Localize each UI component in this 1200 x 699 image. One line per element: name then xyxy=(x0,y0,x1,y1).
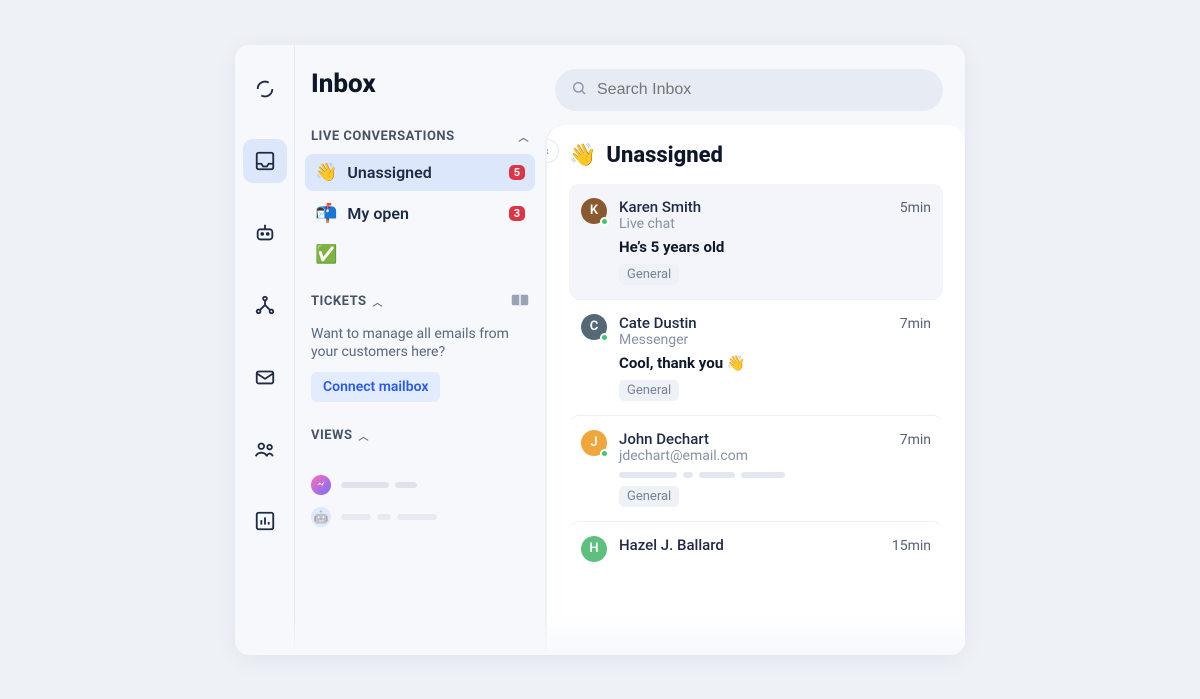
message-preview: Cool, thank you 👋 xyxy=(619,354,931,372)
list-title: 👋 Unassigned xyxy=(569,143,943,168)
contact-name: John Dechart xyxy=(619,430,709,448)
conversation-item[interactable]: C Cate Dustin 7min Messenger Cool, thank… xyxy=(569,299,943,415)
sidebar-item-done[interactable]: ✅ xyxy=(305,236,535,273)
conversation-panel: ‹ 👋 Unassigned K Karen Smith 5min Live c… xyxy=(543,45,965,655)
channel-label: Messenger xyxy=(619,332,931,348)
contact-name: Hazel J. Ballard xyxy=(619,536,724,554)
sidebar-item-label: My open xyxy=(347,204,409,223)
search-icon xyxy=(571,80,587,100)
tag: General xyxy=(619,264,679,285)
check-icon: ✅ xyxy=(315,244,337,265)
message-preview: He’s 5 years old xyxy=(619,238,931,256)
conversation-item[interactable]: K Karen Smith 5min Live chat He’s 5 year… xyxy=(569,184,943,299)
placeholder xyxy=(341,514,437,520)
ticket-icon[interactable] xyxy=(511,293,529,311)
timestamp: 7min xyxy=(900,432,931,448)
timestamp: 7min xyxy=(900,316,931,332)
chevron-up-icon: ︿ xyxy=(359,428,370,443)
search-input[interactable] xyxy=(555,69,943,111)
wave-icon: 👋 xyxy=(569,143,596,168)
search-field[interactable] xyxy=(597,81,927,99)
section-label: TICKETS xyxy=(311,294,367,309)
reports-nav[interactable] xyxy=(243,499,287,543)
bot-nav[interactable] xyxy=(243,211,287,255)
messenger-icon xyxy=(311,475,331,495)
nav-rail xyxy=(235,45,295,655)
conversation-item[interactable]: J John Dechart 7min jdechart@email.com G… xyxy=(569,415,943,521)
inbox-nav[interactable] xyxy=(243,139,287,183)
list-title-text: Unassigned xyxy=(606,143,723,168)
count-badge: 3 xyxy=(509,206,525,221)
contact-name: Cate Dustin xyxy=(619,314,697,332)
connect-mailbox-button[interactable]: Connect mailbox xyxy=(311,372,440,402)
presence-dot xyxy=(600,333,609,342)
view-item-messenger[interactable] xyxy=(305,469,535,501)
live-conversations-header[interactable]: LIVE CONVERSATIONS ︿ xyxy=(305,129,535,144)
contact-name: Karen Smith xyxy=(619,198,701,216)
avatar: K xyxy=(581,198,607,224)
count-badge: 5 xyxy=(509,165,525,180)
collapse-sidebar-button[interactable]: ‹ xyxy=(547,139,559,163)
presence-dot xyxy=(600,217,609,226)
tickets-empty-message: Want to manage all emails from your cust… xyxy=(305,319,535,373)
timestamp: 15min xyxy=(892,538,931,554)
chevron-up-icon: ︿ xyxy=(519,129,530,144)
logo-icon[interactable] xyxy=(243,67,287,111)
conversation-item[interactable]: H Hazel J. Ballard 15min xyxy=(569,521,943,576)
channel-label: Live chat xyxy=(619,216,931,232)
bot-small-icon: 🤖 xyxy=(311,507,331,527)
tag: General xyxy=(619,380,679,401)
timestamp: 5min xyxy=(900,200,931,216)
inbox-sidebar: Inbox LIVE CONVERSATIONS ︿ 👋 Unassigned … xyxy=(295,45,543,655)
sidebar-item-unassigned[interactable]: 👋 Unassigned 5 xyxy=(305,154,535,191)
app-window: Inbox LIVE CONVERSATIONS ︿ 👋 Unassigned … xyxy=(235,45,965,655)
chevron-up-icon: ︿ xyxy=(373,294,384,309)
view-item-bot[interactable]: 🤖 xyxy=(305,501,535,533)
flows-nav[interactable] xyxy=(243,283,287,327)
mailbox-icon: 📬 xyxy=(315,203,337,224)
channel-label: jdechart@email.com xyxy=(619,448,931,464)
presence-dot xyxy=(600,449,609,458)
sidebar-item-label: Unassigned xyxy=(347,163,431,182)
sidebar-item-my-open[interactable]: 📬 My open 3 xyxy=(305,195,535,232)
wave-icon: 👋 xyxy=(315,162,337,183)
tag: General xyxy=(619,486,679,507)
redacted-preview xyxy=(619,472,931,478)
tickets-header[interactable]: TICKETS ︿ xyxy=(305,293,535,311)
section-label: VIEWS xyxy=(311,428,353,443)
avatar: J xyxy=(581,430,607,456)
avatar: H xyxy=(581,536,607,562)
conversation-list: ‹ 👋 Unassigned K Karen Smith 5min Live c… xyxy=(547,125,965,655)
placeholder xyxy=(341,482,417,488)
avatar: C xyxy=(581,314,607,340)
mail-nav[interactable] xyxy=(243,355,287,399)
contacts-nav[interactable] xyxy=(243,427,287,471)
section-label: LIVE CONVERSATIONS xyxy=(311,129,455,144)
views-header[interactable]: VIEWS ︿ xyxy=(305,428,535,443)
page-title: Inbox xyxy=(311,69,535,99)
